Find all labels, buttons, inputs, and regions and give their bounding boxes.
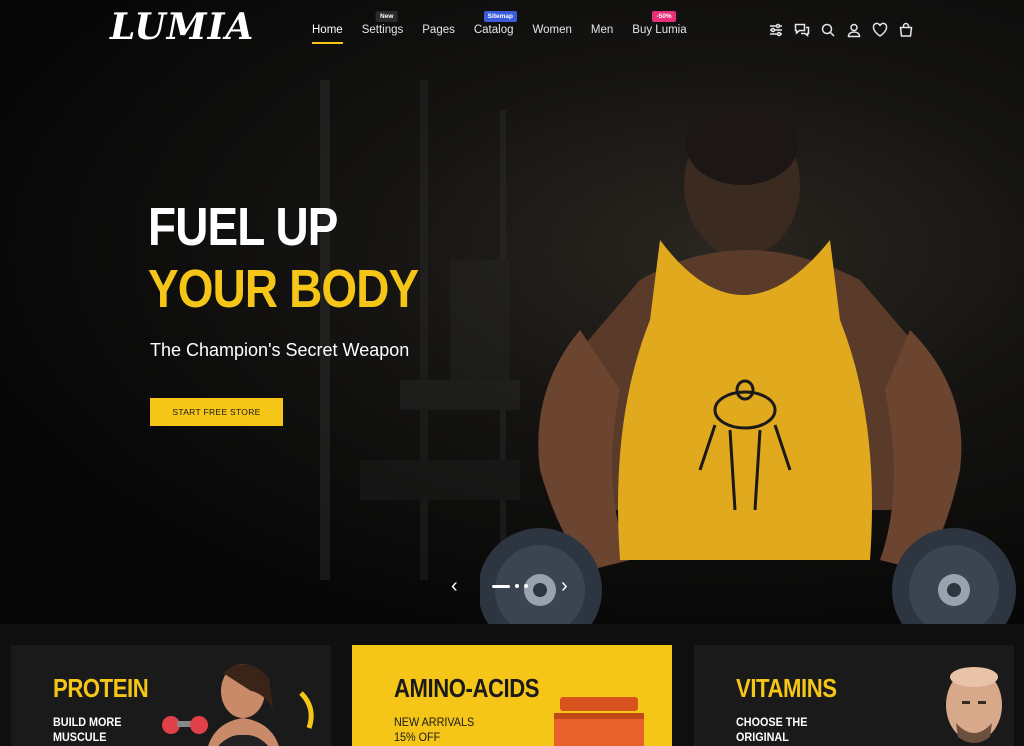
nav-item-settings[interactable]: New Settings bbox=[361, 11, 404, 44]
protein-model-image bbox=[162, 664, 314, 746]
category-title: AMINO-ACIDS bbox=[394, 673, 540, 703]
slider-prev-arrow-icon[interactable]: ‹ bbox=[451, 576, 458, 596]
start-free-store-button[interactable]: START FREE STORE bbox=[150, 398, 283, 426]
category-subtitle: CHOOSE THE ORIGINAL bbox=[736, 715, 808, 744]
supplement-jar-image bbox=[554, 697, 644, 746]
nav-item-label: Settings bbox=[361, 24, 404, 36]
nav-item-buy-lumia[interactable]: -50% Buy Lumia bbox=[632, 11, 687, 44]
slider-dot-2[interactable] bbox=[515, 584, 519, 588]
user-icon[interactable] bbox=[846, 22, 862, 38]
site-header: LUMIA Home New Settings Pages Sitemap Ca… bbox=[0, 0, 1024, 62]
nav-item-home[interactable]: Home bbox=[312, 24, 343, 44]
category-title: PROTEIN bbox=[53, 673, 149, 703]
nav-item-label: Home bbox=[312, 24, 343, 36]
search-icon[interactable] bbox=[820, 22, 836, 38]
slider-dot-3[interactable] bbox=[524, 584, 528, 588]
hero-title-line2: YOUR BODY bbox=[148, 259, 419, 319]
slider-dot-1[interactable] bbox=[492, 584, 510, 588]
nav-badge-new: New bbox=[376, 11, 398, 22]
nav-item-label: Buy Lumia bbox=[632, 24, 687, 36]
category-card-protein[interactable]: PROTEIN BUILD MORE MUSCULE bbox=[11, 645, 331, 746]
category-subtitle: NEW ARRIVALS 15% OFF bbox=[394, 715, 475, 744]
nav-badge-sitemap: Sitemap bbox=[483, 11, 517, 22]
main-nav: Home New Settings Pages Sitemap Catalog … bbox=[312, 11, 706, 44]
nav-item-label: Pages bbox=[422, 24, 455, 36]
brand-logo[interactable]: LUMIA bbox=[110, 6, 254, 48]
slider-pagination bbox=[492, 584, 528, 588]
category-title: VITAMINS bbox=[736, 673, 837, 703]
category-subtitle: BUILD MORE MUSCULE bbox=[53, 715, 122, 744]
heart-icon[interactable] bbox=[872, 22, 888, 38]
nav-item-label: Women bbox=[532, 24, 572, 36]
hero-title-line1: FUEL UP bbox=[148, 197, 338, 257]
nav-item-label: Catalog bbox=[473, 24, 514, 36]
athlete-image bbox=[480, 105, 1016, 624]
vitamins-model-image bbox=[946, 667, 1002, 743]
nav-item-women[interactable]: Women bbox=[533, 24, 572, 44]
hero-banner: FUEL UP YOUR BODY The Champion's Secret … bbox=[0, 0, 1024, 624]
nav-item-men[interactable]: Men bbox=[591, 24, 613, 44]
slider-next-arrow-icon[interactable]: › bbox=[561, 576, 568, 596]
category-cards: PROTEIN BUILD MORE MUSCULE AMINO-ACIDS N… bbox=[0, 624, 1024, 746]
category-card-amino-acids[interactable]: AMINO-ACIDS NEW ARRIVALS 15% OFF bbox=[352, 645, 672, 746]
chat-icon[interactable] bbox=[794, 22, 810, 38]
header-icons bbox=[768, 22, 914, 38]
category-card-vitamins[interactable]: VITAMINS CHOOSE THE ORIGINAL bbox=[694, 645, 1014, 746]
nav-item-catalog[interactable]: Sitemap Catalog bbox=[473, 11, 517, 44]
sliders-icon[interactable] bbox=[768, 22, 784, 38]
nav-item-pages[interactable]: Pages bbox=[422, 24, 455, 44]
bag-icon[interactable] bbox=[898, 22, 914, 38]
hero-subtitle: The Champion's Secret Weapon bbox=[150, 340, 410, 360]
nav-item-label: Men bbox=[590, 24, 614, 36]
nav-badge-discount: -50% bbox=[652, 11, 676, 22]
